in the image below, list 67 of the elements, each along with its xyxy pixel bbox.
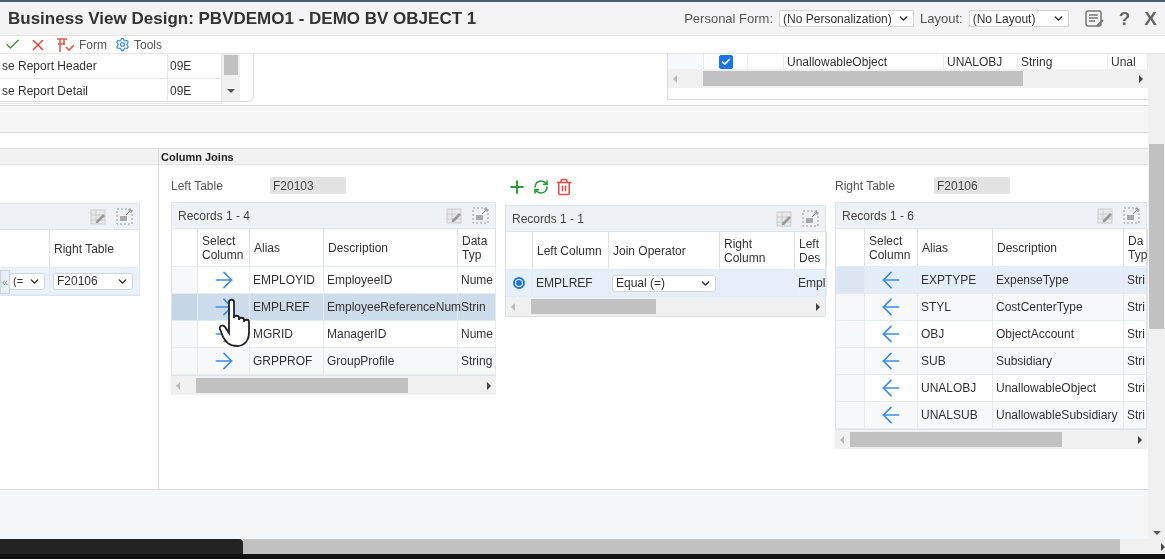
table-cell: EmployeeID bbox=[324, 267, 458, 293]
table-row[interactable]: GRPPROF GroupProfile String bbox=[172, 348, 495, 375]
tools-menu[interactable]: Tools bbox=[115, 37, 162, 52]
table-row[interactable]: EMPLOYID EmployeeID Nume bbox=[172, 267, 495, 294]
table-cell: STYL bbox=[918, 294, 993, 320]
table-row[interactable]: MGRID ManagerID Nume bbox=[172, 321, 495, 348]
column-header[interactable]: Select Column bbox=[198, 229, 250, 266]
table-dropdown[interactable]: F20106 bbox=[53, 272, 133, 290]
column-header[interactable]: Alias bbox=[918, 229, 993, 266]
table-cell: GroupProfile bbox=[324, 348, 458, 374]
column-header[interactable]: Description bbox=[993, 229, 1124, 266]
help-icon[interactable]: ? bbox=[1118, 7, 1131, 30]
records-count: Records 1 - 4 bbox=[178, 208, 251, 223]
records-count: Records 1 - 6 bbox=[842, 208, 915, 223]
table-row[interactable]: EMPLREF EmployeeReferenceNumStrin bbox=[172, 294, 495, 321]
column-header[interactable]: Description bbox=[324, 229, 458, 266]
field-label: Layout: bbox=[920, 11, 963, 26]
table-cell: Nume bbox=[458, 267, 496, 293]
table-cell: Subsidiary bbox=[993, 348, 1124, 374]
table-row[interactable]: UNALSUB UnallowableSubsidiary Stri bbox=[836, 402, 1146, 429]
column-header[interactable]: Join Operator bbox=[609, 232, 720, 269]
table-row[interactable]: SUB Subsidiary Stri bbox=[836, 348, 1146, 375]
form-menu[interactable]: Form bbox=[55, 36, 107, 53]
table-cell: Empl bbox=[795, 270, 827, 296]
field-label: Personal Form: bbox=[684, 11, 774, 26]
column-header[interactable]: Right Table bbox=[50, 230, 140, 267]
table-cell: UnallowableSubsidiary bbox=[993, 402, 1124, 428]
records-count: Records 1 - 1 bbox=[512, 211, 585, 226]
table-row[interactable]: UNALOBJ UnallowableObject Stri bbox=[836, 375, 1146, 402]
operator-dropdown[interactable]: (= bbox=[9, 272, 45, 290]
table-cell: Nume bbox=[458, 321, 496, 347]
table-cell: CostCenterType bbox=[993, 294, 1124, 320]
table-cell: ObjectAccount bbox=[993, 321, 1124, 347]
table-cell: EMPLREF bbox=[533, 270, 609, 296]
table-row[interactable]: STYL CostCenterType Stri bbox=[836, 294, 1146, 321]
table-cell: GRPPROF bbox=[250, 348, 324, 374]
left-table-field: F20103 bbox=[270, 177, 346, 194]
field-label: Left Table bbox=[171, 178, 224, 193]
table-cell: EMPLOYID bbox=[250, 267, 324, 293]
table-cell: se Report Detail bbox=[0, 79, 168, 103]
join-operator-dropdown[interactable]: Equal (=) bbox=[612, 274, 716, 292]
table-cell: se Report Header bbox=[0, 54, 168, 78]
layout-dropdown[interactable]: (No Layout) bbox=[968, 10, 1069, 27]
table-row[interactable]: EXPTYPE ExpenseType Stri bbox=[836, 267, 1146, 294]
close-icon[interactable]: X bbox=[1144, 7, 1157, 30]
personal-form-dropdown[interactable]: (No Personalization) bbox=[779, 10, 915, 27]
section-title: Column Joins bbox=[161, 150, 234, 163]
window-title: Business View Design: PBVDEMO1 - DEMO BV OBJECT 1 bbox=[8, 8, 478, 29]
column-header[interactable]: Alias bbox=[250, 229, 324, 266]
table-cell: EXPTYPE bbox=[918, 267, 993, 293]
right-table-field: F20106 bbox=[934, 177, 1010, 194]
column-header[interactable]: Left Des bbox=[795, 232, 827, 269]
column-header[interactable]: Right Column bbox=[720, 232, 795, 269]
table-cell: ManagerID bbox=[324, 321, 458, 347]
table-row[interactable]: OBJ ObjectAccount Stri bbox=[836, 321, 1146, 348]
table-cell: UNALSUB bbox=[918, 402, 993, 428]
table-cell: ExpenseType bbox=[993, 267, 1124, 293]
table-cell: OBJ bbox=[918, 321, 993, 347]
table-cell: SUB bbox=[918, 348, 993, 374]
column-header[interactable]: Select Column bbox=[865, 229, 918, 266]
table-cell: String bbox=[458, 348, 496, 374]
table-cell: EMPLREF bbox=[250, 294, 324, 320]
column-header[interactable]: Left Column bbox=[533, 232, 609, 269]
column-header[interactable]: Data Typ bbox=[458, 229, 496, 266]
table-cell: UnallowableObject bbox=[993, 375, 1124, 401]
table-cell: UNALOBJ bbox=[918, 375, 993, 401]
field-label: Right Table bbox=[835, 178, 896, 193]
